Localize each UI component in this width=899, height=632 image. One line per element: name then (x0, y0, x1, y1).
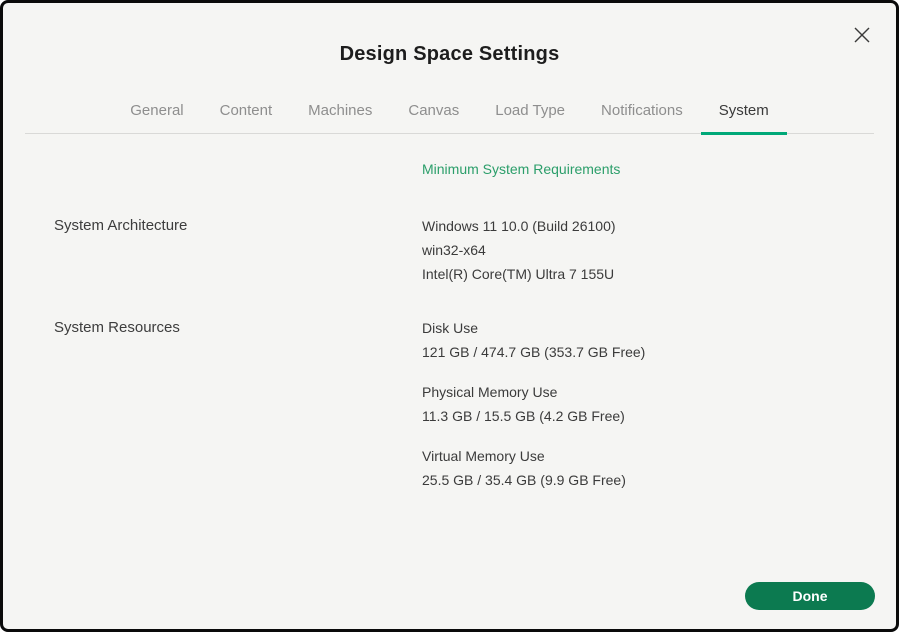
tab-machines[interactable]: Machines (290, 96, 390, 133)
cpu-value: Intel(R) Core(TM) Ultra 7 155U (422, 262, 872, 286)
architecture-group: Windows 11 10.0 (Build 26100) win32-x64 … (422, 214, 872, 286)
system-architecture-values: Windows 11 10.0 (Build 26100) win32-x64 … (422, 214, 872, 286)
tab-general[interactable]: General (112, 96, 201, 133)
tab-system[interactable]: System (701, 96, 787, 133)
system-architecture-label: System Architecture (54, 214, 422, 286)
settings-tabs: General Content Machines Canvas Load Typ… (25, 96, 874, 134)
system-resources-label: System Resources (54, 316, 422, 492)
page-title: Design Space Settings (3, 3, 896, 66)
platform-value: win32-x64 (422, 238, 872, 262)
settings-dialog: Design Space Settings General Content Ma… (0, 0, 899, 632)
os-version-value: Windows 11 10.0 (Build 26100) (422, 214, 872, 238)
system-resources-row: System Resources Disk Use 121 GB / 474.7… (54, 316, 872, 492)
tab-notifications[interactable]: Notifications (583, 96, 701, 133)
virtual-memory-title: Virtual Memory Use (422, 444, 872, 468)
physical-memory-title: Physical Memory Use (422, 380, 872, 404)
close-button[interactable] (852, 25, 872, 45)
system-architecture-row: System Architecture Windows 11 10.0 (Bui… (54, 214, 872, 286)
physical-memory-group: Physical Memory Use 11.3 GB / 15.5 GB (4… (422, 380, 872, 428)
minimum-system-requirements-link[interactable]: Minimum System Requirements (422, 157, 872, 181)
done-button[interactable]: Done (745, 582, 875, 610)
physical-memory-value: 11.3 GB / 15.5 GB (4.2 GB Free) (422, 404, 872, 428)
tab-canvas[interactable]: Canvas (390, 96, 477, 133)
disk-use-title: Disk Use (422, 316, 872, 340)
tab-content[interactable]: Content (202, 96, 291, 133)
virtual-memory-group: Virtual Memory Use 25.5 GB / 35.4 GB (9.… (422, 444, 872, 492)
system-resources-values: Disk Use 121 GB / 474.7 GB (353.7 GB Fre… (422, 316, 872, 492)
system-tab-content: Minimum System Requirements System Archi… (3, 157, 896, 492)
tab-load-type[interactable]: Load Type (477, 96, 583, 133)
virtual-memory-value: 25.5 GB / 35.4 GB (9.9 GB Free) (422, 468, 872, 492)
disk-use-group: Disk Use 121 GB / 474.7 GB (353.7 GB Fre… (422, 316, 872, 364)
label-spacer (54, 157, 422, 181)
close-icon (853, 26, 871, 44)
disk-use-value: 121 GB / 474.7 GB (353.7 GB Free) (422, 340, 872, 364)
